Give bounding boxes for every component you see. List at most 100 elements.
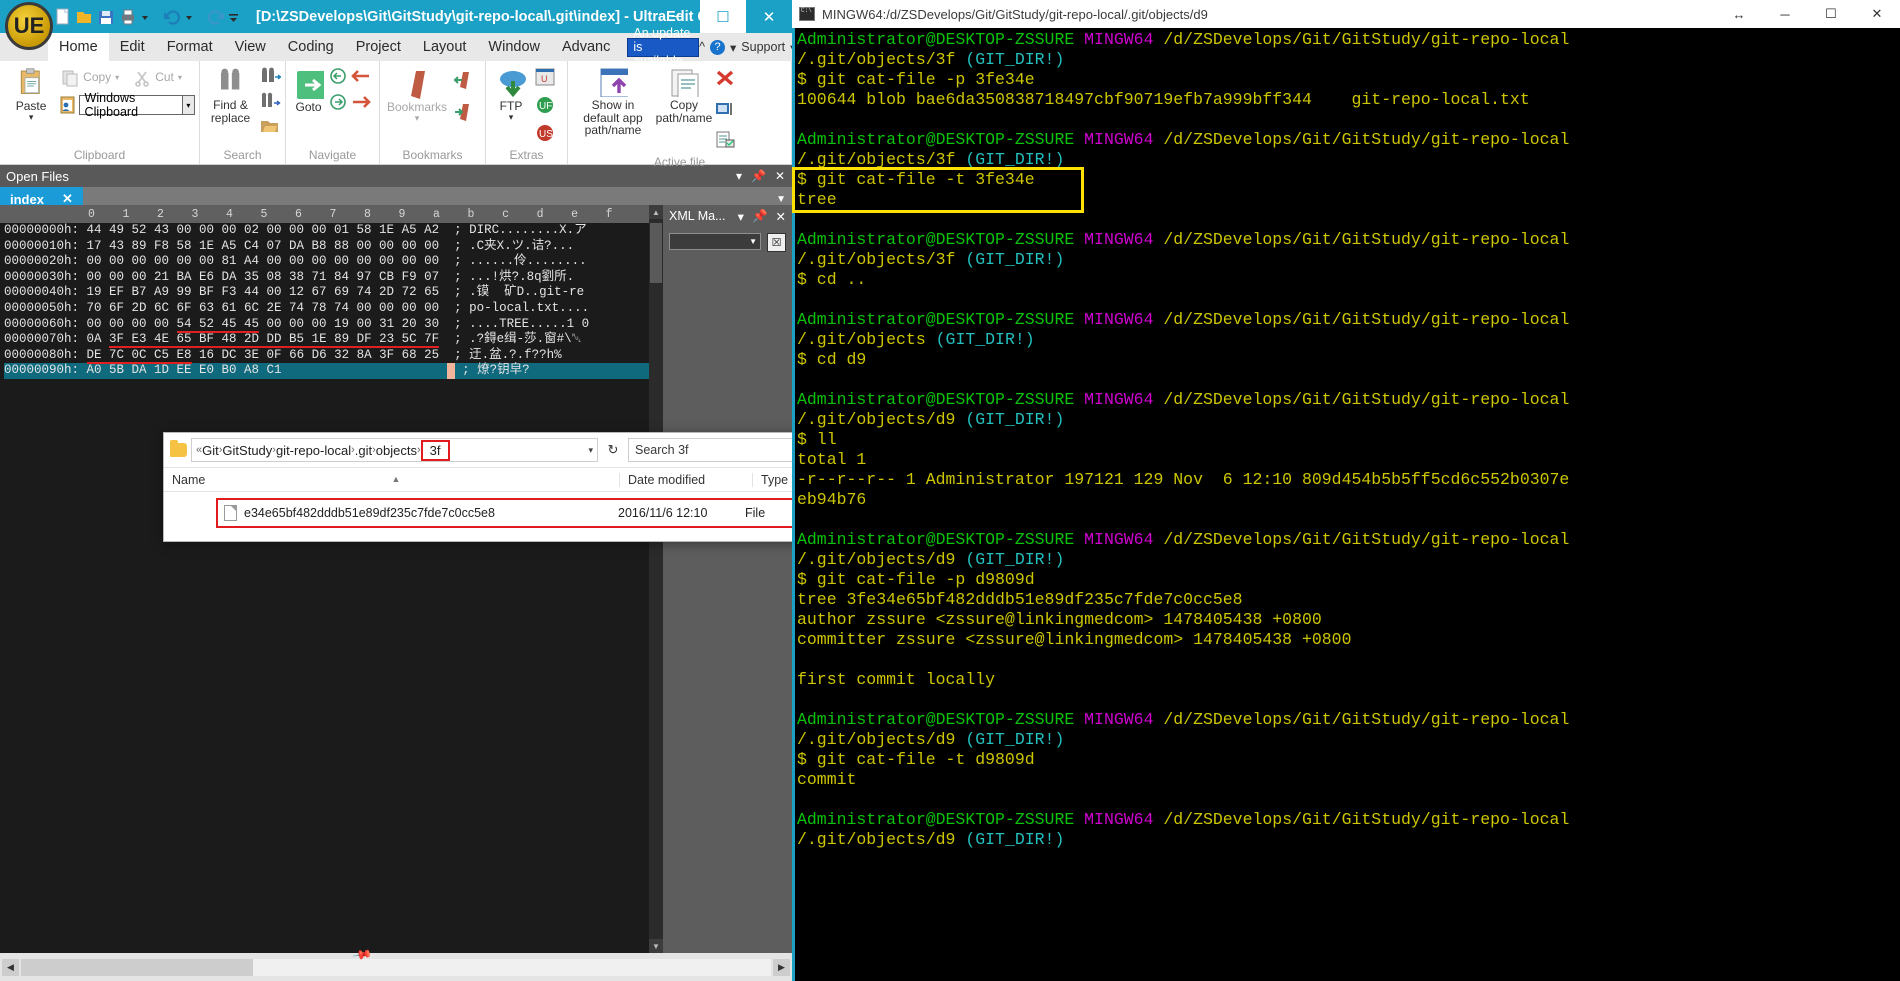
address-dropdown-icon[interactable]: ▾ [588,445,593,456]
print-icon[interactable] [118,7,138,27]
explorer-column-headers[interactable]: Name ▲ Date modified Type [164,467,839,492]
hex-vertical-scrollbar[interactable]: ▲ ▼ [649,205,663,953]
xml-close-box-icon[interactable]: ☒ [767,233,786,252]
qat-more-icon[interactable] [228,7,248,27]
tab-home[interactable]: Home [48,33,109,61]
tab-edit[interactable]: Edit [109,33,156,61]
cut-dropdown-icon[interactable]: ▾ [178,73,182,83]
help-icon[interactable]: ? [710,39,726,55]
hex-rows[interactable]: 00000000h: 44 49 52 43 00 00 00 02 00 00… [0,223,663,379]
hex-row[interactable]: 00000050h: 70 6F 2D 6C 6F 63 61 6C 2E 74… [4,301,663,317]
qat-dropdown-icon[interactable] [140,7,160,27]
explorer-address-bar[interactable]: « Git › GitStudy › git-repo-local › .git… [164,433,839,467]
update-notice[interactable]: An update is available... [627,26,700,68]
tab-advanced[interactable]: Advanc [551,33,621,61]
file-name-cell[interactable]: e34e65bf482dddb51e89df235c7fde7c0cc5e8 [218,505,618,521]
goto-button[interactable]: Goto [290,69,327,114]
tab-view[interactable]: View [224,33,277,61]
terminal-output[interactable]: Administrator@DESKTOP-ZSSURE MINGW64 /d/… [792,28,1900,981]
horizontal-scrollbar[interactable]: ◀ ▶ [0,953,792,981]
ribbon-tab-strip[interactable]: Home Edit Format View Coding Project Lay… [0,26,840,68]
open-folder-icon[interactable] [74,7,94,27]
tabbar-scroll-icon[interactable]: ▼ [776,194,786,205]
copy-path-button[interactable]: Copy path/name [656,67,712,124]
forward-icon[interactable] [329,94,375,116]
breadcrumb-item-objects[interactable]: objects [376,443,417,458]
tab-window[interactable]: Window [477,33,551,61]
terminal-minimize-button[interactable]: ─ [1762,0,1808,28]
table-row[interactable]: e34e65bf482dddb51e89df235c7fde7c0cc5e8 2… [216,498,833,528]
xml-panel-pin-icon[interactable]: 📌 [752,209,768,224]
bookmarks-dropdown-icon[interactable]: ▾ [415,113,420,124]
tab-coding[interactable]: Coding [277,33,345,61]
close-button[interactable]: ✕ [746,0,792,33]
terminal-window-controls[interactable]: ↔ ─ ☐ ✕ [1716,0,1900,28]
breadcrumb-item-git-repo-local[interactable]: git-repo-local [276,443,351,458]
terminal-maximize-button[interactable]: ☐ [1808,0,1854,28]
scroll-thumb[interactable] [21,958,253,976]
qat-dropdown2-icon[interactable] [184,7,204,27]
uf-icon[interactable]: UF [534,95,556,120]
breadcrumb-item-3f[interactable]: 3f [420,439,450,461]
back-icon[interactable] [329,68,375,90]
terminal-resize-icon[interactable]: ↔ [1716,0,1762,28]
hex-row[interactable]: 00000040h: 19 EF B7 A9 99 BF F3 44 00 12… [4,285,663,301]
open-files-dropdown-icon[interactable]: ▾ [736,169,742,183]
clipboard-dropdown-icon[interactable]: ▾ [181,96,194,114]
xml-select[interactable]: ▼ [669,233,761,250]
show-in-default-app-button[interactable]: Show in default app path/name [572,67,654,137]
tab-project[interactable]: Project [345,33,412,61]
save-icon[interactable] [96,7,116,27]
column-header-date[interactable]: Date modified [619,472,752,487]
prev-bookmark-icon[interactable] [453,70,477,95]
quick-access-toolbar[interactable] [52,7,248,27]
hex-row[interactable]: 00000020h: 00 00 00 00 00 00 81 A4 00 00… [4,254,663,270]
scroll-left-icon[interactable]: ◀ [2,958,19,976]
scroll-track[interactable] [21,958,771,976]
hex-row[interactable]: 00000060h: 00 00 00 00 54 52 45 45 00 00… [4,316,663,333]
paste-button[interactable]: Paste ▾ [4,68,58,123]
hex-scroll-down-icon[interactable]: ▼ [649,939,663,953]
ftp-button[interactable]: FTP ▾ [490,68,532,123]
find-replace-button[interactable]: Find & replace [204,67,257,124]
terminal-close-button[interactable]: ✕ [1854,0,1900,28]
refresh-icon[interactable]: ↻ [602,439,624,461]
redo-icon[interactable] [206,7,226,27]
breadcrumb-item-dotgit[interactable]: .git [355,443,372,458]
undo-icon[interactable] [162,7,182,27]
hex-row[interactable]: 00000000h: 44 49 52 43 00 00 00 02 00 00… [4,223,663,239]
find-in-files-icon[interactable] [259,92,281,115]
xml-panel-dropdown-icon[interactable]: ▾ [738,209,744,224]
find-next-icon[interactable] [259,67,282,90]
hex-scroll-thumb[interactable] [650,223,662,283]
open-files-pin-icon[interactable]: 📌 [751,169,766,183]
new-file-icon[interactable] [52,7,72,27]
support-menu[interactable]: Support [741,40,785,54]
hex-row[interactable]: 00000030h: 00 00 00 21 BA E6 DA 35 08 38… [4,270,663,286]
us-icon[interactable]: US [534,123,556,148]
column-header-name[interactable]: Name ▲ [164,473,619,487]
hex-editor-pane[interactable]: 0 1 2 3 4 5 6 7 8 9 a b c d e f 00000000… [0,205,663,953]
file-explorer-window[interactable]: « Git › GitStudy › git-repo-local › .git… [164,433,839,965]
hex-row[interactable]: 00000090h: A0 5B DA 1D EE E0 B0 A8 C1 X … [4,363,663,379]
copy-button[interactable]: Copy ▾ [58,68,122,88]
next-bookmark-icon[interactable] [453,102,477,127]
support-dropdown-caret[interactable]: ▾ [730,40,736,55]
uestudio-icon[interactable]: U [534,67,556,92]
rename-file-icon[interactable] [714,99,736,124]
hex-row[interactable]: 00000010h: 17 43 89 F8 58 1E A5 C4 07 DA… [4,239,663,255]
breadcrumb[interactable]: « Git › GitStudy › git-repo-local › .git… [191,438,598,462]
close-file-icon[interactable] [714,68,736,93]
collapse-ribbon-icon[interactable]: ^ [699,40,705,54]
ftp-dropdown-icon[interactable]: ▾ [509,112,514,123]
xml-panel-close-icon[interactable]: ✕ [776,209,786,224]
bookmarks-button[interactable]: Bookmarks ▾ [384,69,450,124]
file-properties-icon[interactable] [714,130,736,155]
paste-dropdown-icon[interactable]: ▾ [29,112,34,123]
open-folder-search-icon[interactable] [259,117,281,140]
copy-dropdown-icon[interactable]: ▾ [115,73,119,83]
scroll-right-icon[interactable]: ▶ [773,958,790,976]
breadcrumb-item-gitstudy[interactable]: GitStudy [222,443,272,458]
tab-format[interactable]: Format [156,33,224,61]
hex-scroll-up-icon[interactable]: ▲ [649,205,663,219]
